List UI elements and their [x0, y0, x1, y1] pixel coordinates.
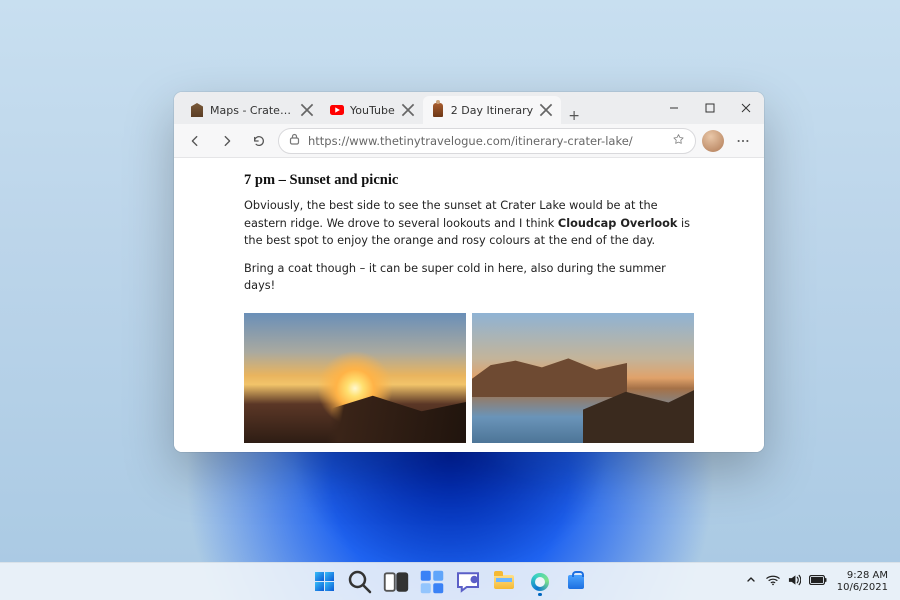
profile-avatar[interactable]	[702, 130, 724, 152]
browser-titlebar[interactable]: Maps - Crater Lake YouTube 2 Day Itinera…	[174, 92, 764, 124]
favorite-star-icon[interactable]	[672, 133, 685, 149]
volume-icon[interactable]	[788, 574, 801, 589]
forward-button[interactable]	[214, 128, 240, 154]
url-text: https://www.thetinytravelogue.com/itiner…	[308, 134, 664, 148]
address-bar[interactable]: https://www.thetinytravelogue.com/itiner…	[278, 128, 696, 154]
hiker-favicon	[431, 103, 445, 117]
tab-label: YouTube	[350, 104, 395, 117]
tab-label: Maps - Crater Lake	[210, 104, 294, 117]
article-photo-row	[244, 313, 694, 443]
window-controls	[656, 92, 764, 124]
clock-date: 10/6/2021	[837, 582, 888, 594]
article-paragraph-2: Bring a coat though – it can be super co…	[244, 260, 694, 295]
close-tab-icon[interactable]	[539, 103, 553, 117]
tab-maps-crater-lake[interactable]: Maps - Crater Lake	[182, 96, 322, 124]
close-window-button[interactable]	[728, 92, 764, 124]
article-heading: 7 pm – Sunset and picnic	[244, 172, 694, 189]
minimize-button[interactable]	[656, 92, 692, 124]
page-content[interactable]: 7 pm – Sunset and picnic Obviously, the …	[174, 158, 764, 452]
task-view-button[interactable]	[381, 567, 411, 597]
more-menu-button[interactable]	[730, 128, 756, 154]
back-button[interactable]	[182, 128, 208, 154]
taskbar: 9:28 AM 10/6/2021	[0, 562, 900, 600]
browser-window: Maps - Crater Lake YouTube 2 Day Itinera…	[174, 92, 764, 452]
sunset-photo-1	[244, 313, 466, 443]
clock-time: 9:28 AM	[837, 570, 888, 582]
sunset-photo-2	[472, 313, 694, 443]
youtube-favicon	[330, 103, 344, 117]
nps-favicon	[190, 103, 204, 117]
tab-strip: Maps - Crater Lake YouTube 2 Day Itinera…	[174, 92, 656, 124]
maximize-button[interactable]	[692, 92, 728, 124]
close-tab-icon[interactable]	[300, 103, 314, 117]
file-explorer-button[interactable]	[489, 567, 519, 597]
tray-overflow-icon[interactable]	[746, 575, 756, 588]
taskbar-center	[309, 567, 591, 597]
chat-button[interactable]	[453, 567, 483, 597]
wifi-icon[interactable]	[766, 574, 780, 589]
tab-label: 2 Day Itinerary	[451, 104, 533, 117]
taskbar-clock[interactable]: 9:28 AM 10/6/2021	[837, 570, 888, 593]
new-tab-button[interactable]: +	[561, 108, 587, 124]
tab-youtube[interactable]: YouTube	[322, 96, 423, 124]
refresh-button[interactable]	[246, 128, 272, 154]
microsoft-store-button[interactable]	[561, 567, 591, 597]
close-tab-icon[interactable]	[401, 103, 415, 117]
browser-toolbar: https://www.thetinytravelogue.com/itiner…	[174, 124, 764, 158]
start-button[interactable]	[309, 567, 339, 597]
system-tray[interactable]: 9:28 AM 10/6/2021	[746, 570, 888, 593]
battery-icon[interactable]	[809, 575, 827, 588]
edge-browser-button[interactable]	[525, 567, 555, 597]
article-paragraph-1: Obviously, the best side to see the suns…	[244, 197, 694, 250]
search-button[interactable]	[345, 567, 375, 597]
lock-icon	[289, 133, 300, 148]
widgets-button[interactable]	[417, 567, 447, 597]
tab-2-day-itinerary[interactable]: 2 Day Itinerary	[423, 96, 561, 124]
